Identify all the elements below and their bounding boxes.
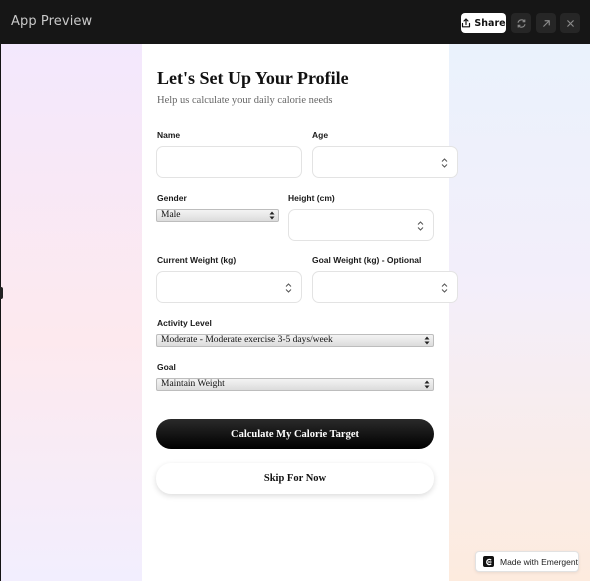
page-subtitle: Help us calculate your daily calorie nee… (157, 95, 333, 106)
share-label: Share (474, 17, 506, 29)
height-label: Height (cm) (288, 193, 335, 203)
window-title: App Preview (11, 14, 93, 29)
refresh-button[interactable] (511, 13, 531, 33)
name-input[interactable] (156, 146, 302, 178)
emergent-logo-icon (483, 556, 494, 567)
page-title: Let's Set Up Your Profile (157, 68, 349, 88)
goal-value: Maintain Weight (161, 379, 225, 389)
current-weight-input[interactable] (156, 271, 302, 303)
open-external-icon (542, 19, 550, 27)
height-input[interactable] (288, 209, 434, 241)
activity-level-select[interactable]: Moderate - Moderate exercise 3-5 days/we… (156, 334, 434, 347)
gender-label: Gender (157, 193, 187, 203)
current-weight-label: Current Weight (kg) (157, 255, 237, 265)
goal-label: Goal (157, 362, 176, 372)
select-arrows-icon (269, 211, 275, 220)
share-icon (462, 18, 471, 28)
badge-label: Made with Emergent (500, 556, 578, 567)
age-label: Age (312, 130, 329, 140)
open-external-button[interactable] (536, 13, 556, 33)
stepper-icon[interactable] (417, 220, 424, 232)
goal-weight-input[interactable] (312, 271, 458, 303)
profile-setup-card: Let's Set Up Your Profile Help us calcul… (142, 44, 458, 581)
refresh-icon (516, 18, 526, 28)
close-icon (566, 19, 574, 27)
select-arrows-icon (424, 380, 430, 389)
close-button[interactable] (560, 13, 580, 33)
select-arrows-icon (424, 336, 430, 345)
background-gradient-left (1, 44, 151, 581)
name-label: Name (157, 130, 181, 140)
goal-select[interactable]: Maintain Weight (156, 378, 434, 391)
share-button[interactable]: Share (461, 13, 506, 33)
background-gradient-right (440, 44, 590, 581)
preview-toolbar: App Preview Share (0, 0, 590, 44)
panel-resize-handle[interactable] (0, 287, 3, 299)
skip-for-now-button[interactable]: Skip For Now (156, 463, 434, 494)
stepper-icon[interactable] (441, 157, 448, 169)
gender-value: Male (161, 210, 181, 220)
made-with-emergent-badge[interactable]: Made with Emergent (475, 551, 579, 572)
goal-weight-label: Goal Weight (kg) - Optional (312, 255, 422, 265)
activity-level-label: Activity Level (157, 318, 212, 328)
calculate-calorie-target-button[interactable]: Calculate My Calorie Target (156, 419, 434, 449)
stepper-icon[interactable] (441, 282, 448, 294)
stepper-icon[interactable] (285, 282, 292, 294)
gender-select[interactable]: Male (156, 209, 279, 222)
age-input[interactable] (312, 146, 458, 178)
activity-level-value: Moderate - Moderate exercise 3-5 days/we… (161, 335, 333, 345)
